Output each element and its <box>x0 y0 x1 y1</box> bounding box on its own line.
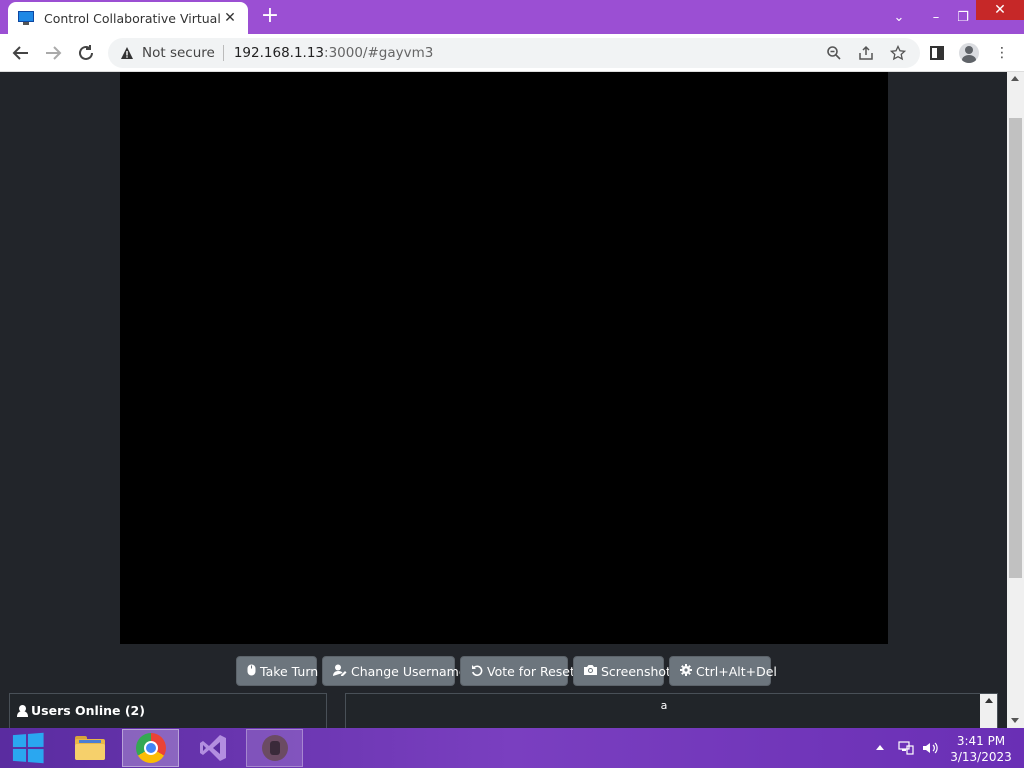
share-icon[interactable] <box>858 45 874 61</box>
volume-icon[interactable] <box>922 741 940 755</box>
chat-message: a <box>660 699 668 712</box>
vm-button-row: Take Turn Change Username Vote for Reset… <box>0 656 1007 686</box>
zoom-icon[interactable] <box>826 45 842 61</box>
vote-reset-button[interactable]: Vote for Reset <box>460 656 575 686</box>
screenshot-label: Screenshot <box>601 663 671 679</box>
tab-search-icon[interactable]: ⌄ <box>884 0 914 34</box>
chrome-icon <box>135 733 166 763</box>
forward-arrow-icon[interactable] <box>42 42 64 64</box>
scrollbar-thumb[interactable] <box>1009 118 1022 578</box>
back-arrow-icon[interactable] <box>10 42 32 64</box>
bookmark-star-icon[interactable] <box>889 44 907 61</box>
chat-scrollbar[interactable] <box>980 694 997 728</box>
browser-tab[interactable]: Control Collaborative Virtual Mac ✕ <box>8 2 248 34</box>
close-tab-icon[interactable]: ✕ <box>222 10 238 26</box>
ctrl-alt-del-button[interactable]: Ctrl+Alt+Del <box>669 656 777 686</box>
chat-panel: a <box>345 693 998 728</box>
change-username-button[interactable]: Change Username <box>322 656 467 686</box>
rotate-left-icon <box>471 664 483 679</box>
clock-date: 3/13/2023 <box>950 750 1012 764</box>
screenshot-button[interactable]: Screenshot <box>573 656 671 686</box>
new-tab-button[interactable]: + <box>258 5 282 29</box>
profile-avatar-icon[interactable] <box>959 43 979 63</box>
taskbar-visual-studio[interactable] <box>184 729 241 767</box>
clock-time: 3:41 PM <box>956 734 1006 748</box>
taskbar-chrome[interactable] <box>122 729 179 767</box>
taskbar-virtual-machine[interactable] <box>246 729 303 767</box>
tab-title: Control Collaborative Virtual Mac <box>44 10 222 26</box>
gear-icon <box>680 663 692 679</box>
reload-icon[interactable] <box>75 42 97 64</box>
change-username-label: Change Username <box>351 663 467 679</box>
windows-taskbar <box>0 728 1024 768</box>
close-window-button[interactable]: ✕ <box>976 0 1024 20</box>
visual-studio-icon <box>199 735 226 761</box>
side-panel-icon[interactable] <box>927 43 947 63</box>
vm-display[interactable] <box>120 72 888 644</box>
file-explorer-icon <box>74 736 105 760</box>
system-clock[interactable]: 3:41 PM 3/13/2023 <box>946 733 1016 765</box>
page-content: Take Turn Change Username Vote for Reset… <box>0 72 1007 728</box>
browser-tabstrip: Control Collaborative Virtual Mac ✕ + ⌄ … <box>0 0 1024 34</box>
windows-start-icon <box>12 732 44 764</box>
scroll-up-icon[interactable] <box>1011 76 1019 81</box>
start-button[interactable] <box>0 729 54 767</box>
security-status[interactable]: Not secure <box>142 45 224 61</box>
users-online-label: Users Online (2) <box>31 703 145 718</box>
scroll-up-icon[interactable] <box>985 698 993 703</box>
url-text[interactable]: 192.168.1.13:3000/#gayvm3 <box>234 45 434 61</box>
warning-icon[interactable] <box>120 46 134 60</box>
taskbar-file-explorer[interactable] <box>61 729 118 767</box>
network-icon[interactable] <box>898 741 914 755</box>
users-online-header: Users Online (2) <box>10 694 326 718</box>
kebab-menu-icon[interactable]: ⋮ <box>992 43 1012 63</box>
mouse-icon <box>247 664 256 679</box>
users-online-panel: Users Online (2) <box>9 693 327 728</box>
take-turn-button[interactable]: Take Turn <box>236 656 319 686</box>
restore-button[interactable]: ❐ <box>950 0 976 34</box>
page-scrollbar[interactable] <box>1007 72 1024 728</box>
user-icon <box>17 704 28 717</box>
scroll-down-icon[interactable] <box>1011 718 1019 723</box>
url-host: 192.168.1.13 <box>233 45 325 61</box>
browser-toolbar: Not secure 192.168.1.13:3000/#gayvm3 ⋮ <box>0 34 1024 72</box>
monitor-icon <box>18 11 34 25</box>
url-path: :3000/#gayvm3 <box>324 45 434 61</box>
virtual-machine-icon <box>261 735 288 761</box>
camera-icon <box>584 664 597 678</box>
take-turn-label: Take Turn <box>260 663 319 679</box>
show-hidden-icons-icon[interactable] <box>876 745 884 750</box>
ctrl-alt-del-label: Ctrl+Alt+Del <box>696 663 777 679</box>
vote-reset-label: Vote for Reset <box>487 663 575 679</box>
minimize-button[interactable]: – <box>922 0 950 34</box>
user-edit-icon <box>333 664 347 679</box>
address-bar[interactable]: Not secure 192.168.1.13:3000/#gayvm3 <box>108 38 920 68</box>
